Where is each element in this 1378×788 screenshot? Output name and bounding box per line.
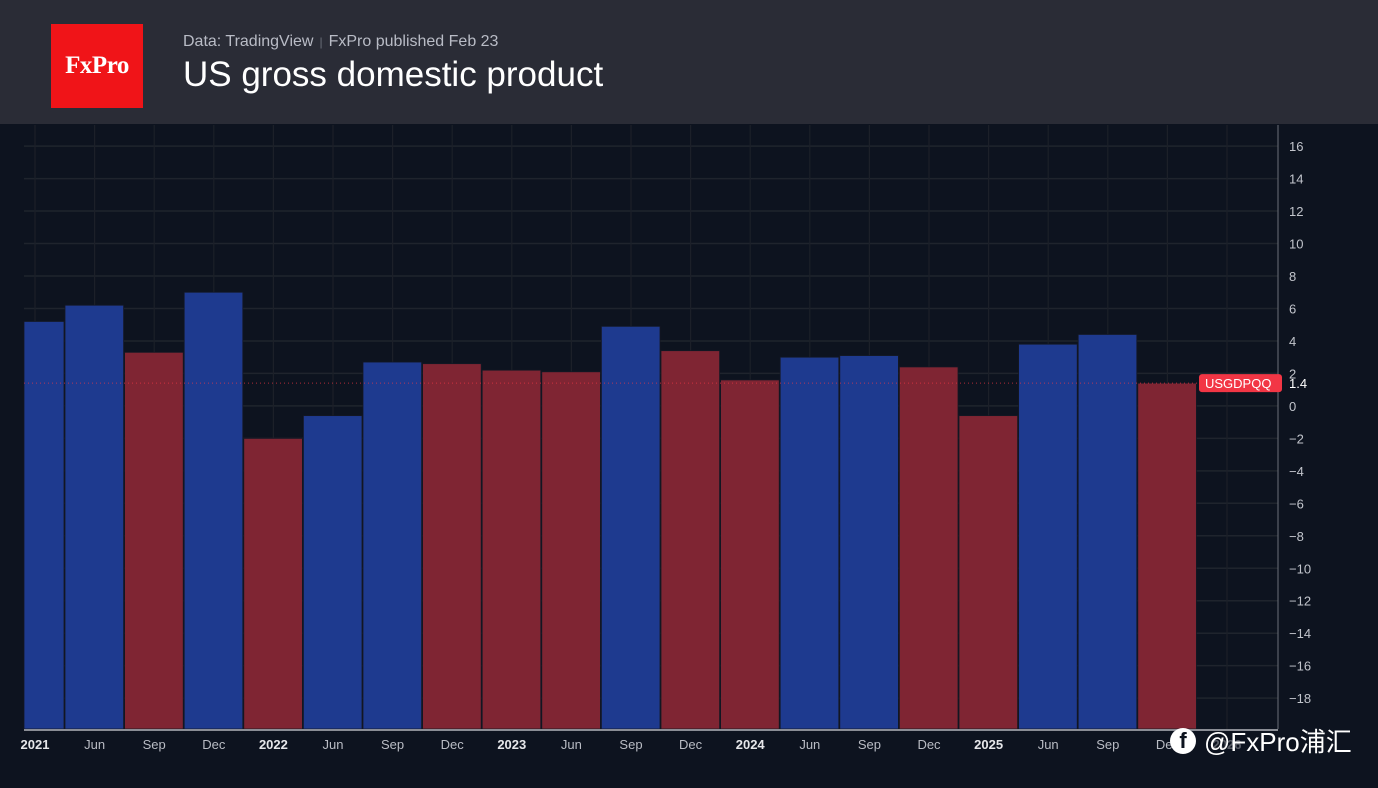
bar-mar-2021 (23, 321, 65, 730)
x-tick-label: Dec (202, 737, 226, 752)
symbol-label: USGDPQQ (1205, 376, 1271, 391)
x-tick-label: 2022 (259, 737, 288, 752)
bar-sep-2025 (1077, 334, 1138, 730)
x-tick-label: 2024 (736, 737, 766, 752)
x-tick-label: Sep (143, 737, 166, 752)
bar-jun-2021 (64, 304, 124, 730)
bar-jun-2022 (302, 415, 363, 730)
x-tick-label: Dec (679, 737, 703, 752)
x-tick-label: Jun (799, 737, 820, 752)
facebook-icon: f (1170, 727, 1196, 754)
bar-dec-2021 (183, 291, 244, 730)
bar-sep-2021 (124, 351, 184, 730)
x-tick-label: 2025 (974, 737, 1003, 752)
bar-sep-2024 (839, 355, 899, 730)
bar-dec-2022 (422, 363, 482, 730)
y-tick-label: −2 (1289, 431, 1304, 446)
y-tick-label: 8 (1289, 269, 1296, 284)
gdp-bar-chart: 1614121086420−2−4−6−8−10−12−14−16−182021… (0, 125, 1378, 788)
bar-dec-2023 (660, 350, 720, 730)
bar-jun-2025 (1018, 343, 1078, 730)
y-tick-label: 0 (1289, 399, 1296, 414)
x-tick-label: 2021 (21, 737, 50, 752)
bar-mar-2022 (243, 437, 303, 730)
y-tick-label: −10 (1289, 561, 1311, 576)
bar-jun-2024 (779, 356, 840, 730)
y-tick-label: −6 (1289, 496, 1304, 511)
x-tick-label: Jun (323, 737, 344, 752)
x-tick-label: Dec (917, 737, 941, 752)
y-tick-label: −8 (1289, 529, 1304, 544)
bar-sep-2022 (362, 361, 422, 730)
x-tick-label: Sep (619, 737, 642, 752)
y-tick-label: 4 (1289, 334, 1296, 349)
x-tick-label: 2023 (497, 737, 526, 752)
x-tick-label: Jun (1038, 737, 1059, 752)
x-tick-label: Sep (858, 737, 881, 752)
y-tick-label: −18 (1289, 691, 1311, 706)
y-tick-label: −12 (1289, 594, 1311, 609)
y-tick-label: −4 (1289, 464, 1304, 479)
bar-dec-2024 (899, 366, 959, 730)
bar-dec-2025 (1137, 382, 1197, 730)
y-tick-label: 12 (1289, 204, 1303, 219)
bar-jun-2023 (541, 371, 601, 730)
watermark-text: @FxPro浦汇 (1204, 727, 1352, 757)
bar-mar-2025 (958, 415, 1018, 730)
x-tick-label: Sep (381, 737, 404, 752)
bar-sep-2023 (601, 325, 661, 730)
y-tick-label: −14 (1289, 626, 1311, 641)
bar-mar-2024 (720, 379, 780, 730)
bar-mar-2023 (481, 369, 542, 730)
x-tick-label: Jun (84, 737, 105, 752)
y-tick-label: 10 (1289, 237, 1303, 252)
x-tick-label: Sep (1096, 737, 1119, 752)
x-tick-label: Jun (561, 737, 582, 752)
watermark: f @FxPro浦汇 (1170, 722, 1352, 759)
y-tick-label: 6 (1289, 301, 1296, 316)
y-tick-label: −16 (1289, 659, 1311, 674)
y-tick-label: 16 (1289, 139, 1303, 154)
last-value-label: 1.4 (1289, 376, 1307, 391)
x-tick-label: Dec (441, 737, 465, 752)
y-tick-label: 14 (1289, 172, 1303, 187)
